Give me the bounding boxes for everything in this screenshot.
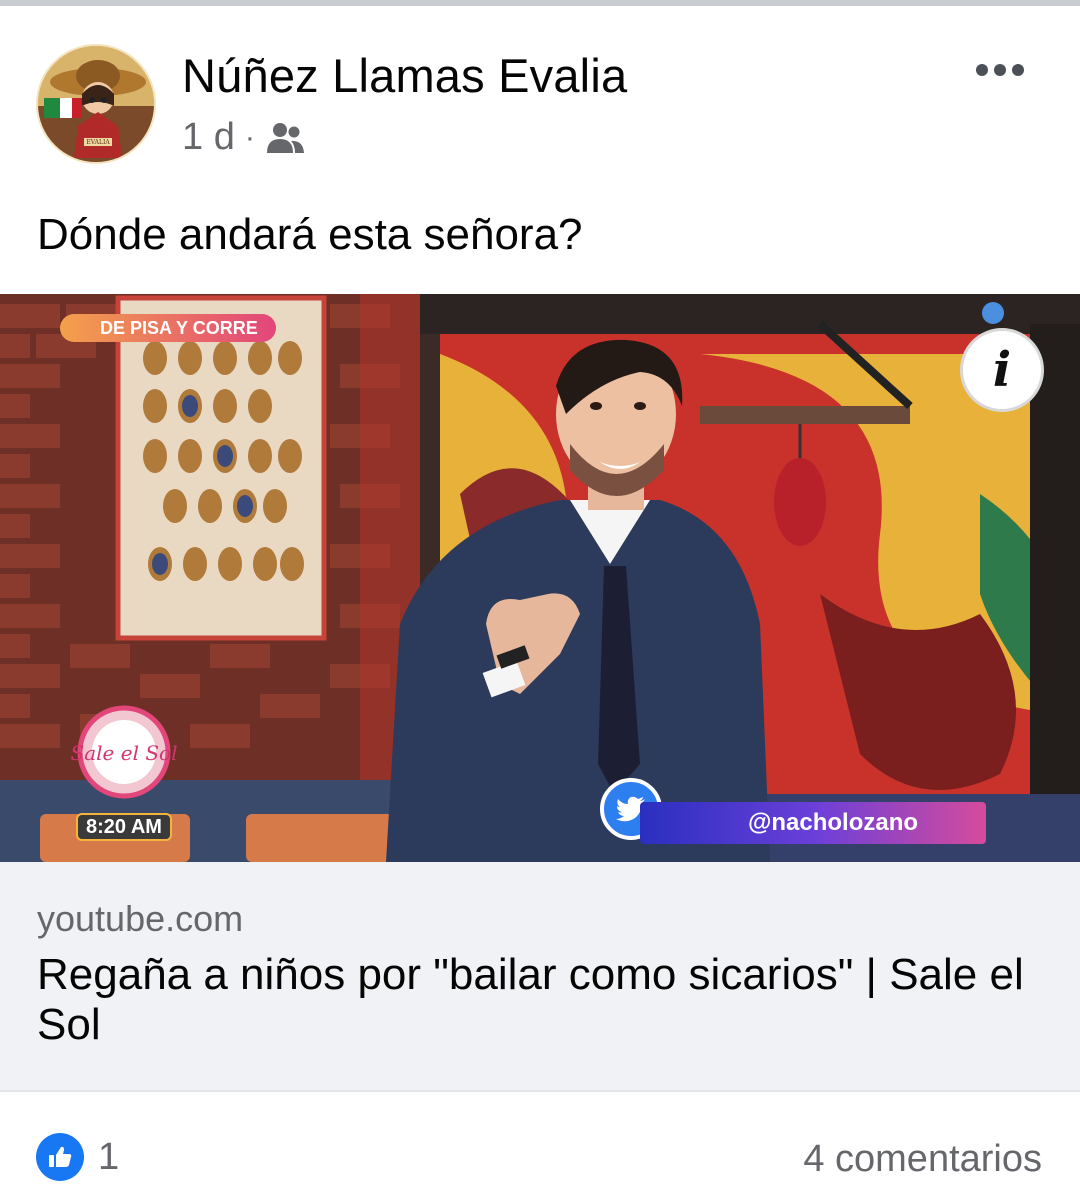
presenter-handle: @nacholozano bbox=[640, 802, 986, 844]
friends-icon[interactable] bbox=[265, 121, 305, 155]
link-title[interactable]: Regaña a niños por "bailar como sicarios… bbox=[37, 950, 1037, 1050]
broadcast-time-badge: 8:20 AM bbox=[76, 813, 172, 841]
reactions-summary[interactable]: 1 bbox=[36, 1133, 119, 1181]
author-avatar[interactable]: EVALIA bbox=[36, 44, 156, 164]
like-icon bbox=[36, 1133, 84, 1181]
reaction-count: 1 bbox=[98, 1135, 120, 1178]
post-time[interactable]: 1 d bbox=[182, 116, 235, 159]
link-preview[interactable]: youtube.com Regaña a niños por "bailar c… bbox=[0, 862, 1080, 1090]
post-meta: 1 d · bbox=[182, 116, 305, 159]
info-button[interactable]: i bbox=[960, 328, 1044, 412]
show-logo-text: Sale el Sol bbox=[71, 741, 178, 765]
more-horizontal-icon bbox=[976, 64, 988, 76]
more-options-button[interactable] bbox=[968, 50, 1032, 90]
avatar-illustration: EVALIA bbox=[38, 46, 154, 162]
avatar-badge-text: EVALIA bbox=[86, 139, 110, 146]
thumbnail-scene: Sale el Sol bbox=[0, 294, 1080, 862]
footer-divider bbox=[0, 1090, 1080, 1092]
comments-count-link[interactable]: 4 comentarios bbox=[803, 1138, 1042, 1181]
post-text: Dónde andará esta señora? bbox=[37, 210, 583, 259]
video-thumbnail[interactable]: Sale el Sol DE PISA Y CORRE 8:20 AM @nac… bbox=[0, 294, 1080, 862]
meta-separator: · bbox=[244, 120, 255, 154]
author-name[interactable]: Núñez Llamas Evalia bbox=[182, 48, 627, 103]
post-header: EVALIA Núñez Llamas Evalia 1 d · bbox=[0, 6, 1080, 186]
show-segment-tag: DE PISA Y CORRE bbox=[60, 314, 276, 342]
info-indicator-dot bbox=[982, 302, 1004, 324]
link-domain: youtube.com bbox=[37, 898, 244, 939]
